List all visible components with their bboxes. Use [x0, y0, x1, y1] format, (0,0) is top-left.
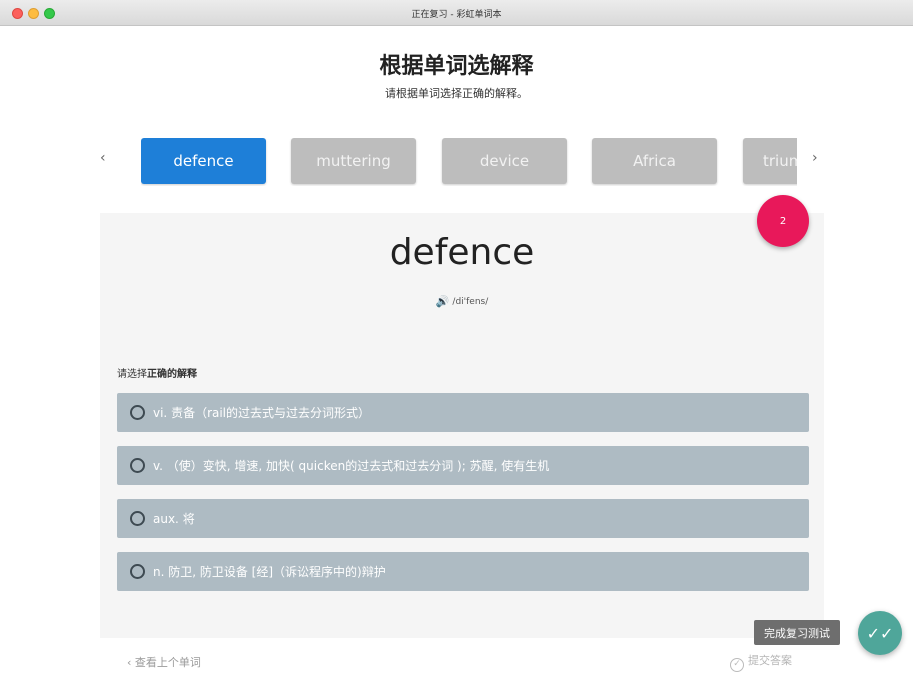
app-window: 正在复习 - 彩虹单词本 根据单词选解释 请根据单词选择正确的解释。 ‹ def…	[0, 0, 913, 674]
word-tab-device[interactable]: device	[442, 138, 567, 184]
word-tab-africa[interactable]: Africa	[592, 138, 717, 184]
question-prompt: 请选择正确的解释	[117, 365, 197, 380]
option-label: v. （使）变快, 增速, 加快( quicken的过去式和过去分词 ); 苏醒…	[153, 459, 550, 473]
answer-option-1[interactable]: vi. 责备（rail的过去式与过去分词形式）	[117, 393, 809, 432]
answer-option-3[interactable]: aux. 将	[117, 499, 809, 538]
finish-review-tooltip: 完成复习测试	[754, 620, 840, 645]
prompt-emphasis: 正确的解释	[147, 369, 197, 380]
phonetic-text: /di'fens/	[452, 297, 489, 307]
option-label: vi. 责备（rail的过去式与过去分词形式）	[153, 406, 371, 420]
page-title: 根据单词选解释	[379, 54, 534, 79]
submit-answer-button[interactable]: ✓ 提交答案	[730, 652, 792, 672]
previous-word-link[interactable]: ‹ 查看上个单词	[127, 654, 201, 670]
option-label: n. 防卫, 防卫设备 [经]（诉讼程序中的)辩护	[153, 565, 386, 579]
title-bar: 正在复习 - 彩虹单词本	[0, 0, 913, 26]
page-subtitle: 请根据单词选择正确的解释。	[385, 87, 528, 100]
finish-review-button[interactable]: ✓✓	[858, 611, 902, 655]
question-card	[100, 213, 824, 674]
radio-icon[interactable]	[130, 564, 145, 579]
submit-answer-label: 提交答案	[748, 654, 792, 667]
word-tab-defence[interactable]: defence	[141, 138, 266, 184]
check-circle-icon: ✓	[730, 658, 744, 672]
word-tab-triumph[interactable]: triumph	[743, 138, 797, 184]
card-footer	[100, 638, 824, 674]
radio-icon[interactable]	[130, 458, 145, 473]
previous-word-label: 查看上个单词	[134, 656, 201, 669]
phonetic-row: 🔊/di'fens/	[100, 295, 824, 308]
chevron-left-icon: ‹	[127, 656, 132, 669]
chevron-left-icon[interactable]: ‹	[100, 150, 106, 166]
speaker-icon[interactable]: 🔊	[436, 295, 450, 308]
radio-icon[interactable]	[130, 405, 145, 420]
window-title: 正在复习 - 彩虹单词本	[411, 10, 502, 20]
radio-icon[interactable]	[130, 511, 145, 526]
option-label: aux. 将	[153, 512, 195, 526]
answer-option-2[interactable]: v. （使）变快, 增速, 加快( quicken的过去式和过去分词 ); 苏醒…	[117, 446, 809, 485]
word-tab-muttering[interactable]: muttering	[291, 138, 416, 184]
answer-option-4[interactable]: n. 防卫, 防卫设备 [经]（诉讼程序中的)辩护	[117, 552, 809, 591]
word-strip: defence muttering device Africa triumph	[141, 138, 797, 186]
double-check-icon: ✓✓	[866, 623, 894, 643]
chevron-right-icon[interactable]: ›	[812, 150, 818, 166]
prompt-prefix: 请选择	[117, 369, 147, 380]
current-word: defence	[389, 232, 535, 273]
